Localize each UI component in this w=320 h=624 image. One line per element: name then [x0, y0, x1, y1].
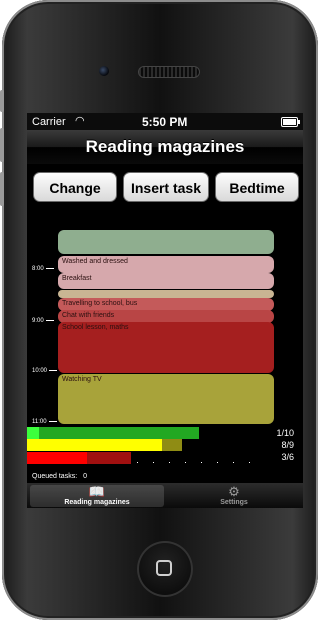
- tab-bar: 📖 Reading magazines ⚙ Settings: [27, 483, 303, 508]
- silent-switch: [0, 90, 4, 112]
- status-bar: Carrier ◠ 5:50 PM: [27, 113, 303, 130]
- battery-icon: [281, 117, 300, 127]
- progress-ratio: 1/10: [276, 428, 294, 438]
- volume-up-button: [0, 128, 4, 162]
- scale-dot: [249, 462, 250, 463]
- scale-dot: [201, 462, 202, 463]
- status-time: 5:50 PM: [142, 115, 188, 129]
- time-tick: 8:00: [32, 266, 54, 272]
- task-block[interactable]: [58, 290, 274, 298]
- task-block[interactable]: [58, 230, 274, 254]
- queued-label: Queued tasks:: [32, 473, 78, 480]
- queued-count: 0: [83, 473, 88, 480]
- app-screen: Carrier ◠ 5:50 PM Reading magazines Chan…: [27, 113, 303, 508]
- scale-dot: [169, 462, 170, 463]
- scale-dot: [185, 462, 186, 463]
- task-block[interactable]: Washed and dressed: [58, 256, 274, 273]
- carrier-label: Carrier: [32, 116, 66, 128]
- progress-ratio: 8/9: [281, 440, 294, 450]
- navigation-bar: Reading magazines: [27, 130, 303, 165]
- scale-dot: [233, 462, 234, 463]
- progress-track: [27, 427, 199, 439]
- queued-tasks: Queued tasks: 0: [32, 473, 87, 480]
- task-block[interactable]: School lesson, maths: [58, 322, 274, 373]
- open-book-icon: 📖: [88, 484, 106, 499]
- progress-highlight: [27, 439, 162, 451]
- time-tick: 10:00: [32, 368, 57, 374]
- volume-down-button: [0, 172, 4, 206]
- task-block[interactable]: Breakfast: [58, 273, 274, 289]
- task-block[interactable]: Watching TV: [58, 374, 274, 424]
- time-tick: 9:00: [32, 318, 54, 324]
- time-tick: 11:00: [32, 419, 57, 425]
- scale-dot: [217, 462, 218, 463]
- tab-reading-magazines[interactable]: 📖 Reading magazines: [30, 485, 164, 507]
- wifi-icon: ◠: [75, 115, 85, 127]
- progress-highlight: [27, 427, 39, 439]
- tab-settings[interactable]: ⚙ Settings: [167, 485, 301, 507]
- front-camera: [99, 66, 109, 76]
- scale-dot: [153, 462, 154, 463]
- gear-icon: ⚙: [228, 484, 240, 499]
- earpiece-speaker: [138, 66, 200, 78]
- scale-dot: [137, 462, 138, 463]
- change-task-button[interactable]: Change Task: [33, 172, 117, 226]
- progress-bars: 1/10 8/9 3/6: [27, 427, 303, 465]
- home-button[interactable]: [137, 541, 193, 597]
- tab-label: Settings: [220, 499, 248, 506]
- task-timeline: 8:00 9:00 10:00 11:00 Washed and dressed…: [27, 218, 303, 428]
- home-square-icon: [156, 560, 172, 576]
- insert-task-button[interactable]: Insert task: [123, 172, 209, 202]
- progress-highlight: [27, 452, 87, 464]
- page-title: Reading magazines: [85, 137, 245, 156]
- tab-label: Reading magazines: [64, 499, 130, 506]
- bedtime-button[interactable]: Bedtime: [215, 172, 299, 202]
- progress-ratio: 3/6: [281, 452, 294, 462]
